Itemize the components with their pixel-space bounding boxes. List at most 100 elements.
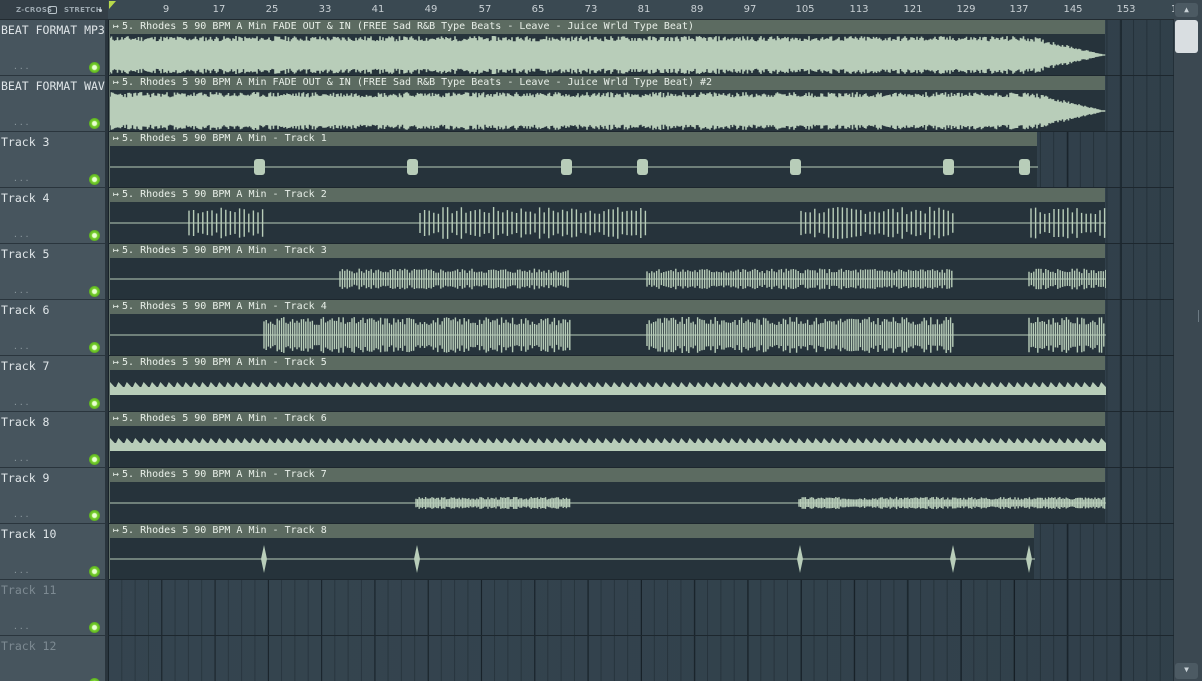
clip-menu-arrow-icon[interactable]: ↦ [113, 301, 119, 312]
track-name: Track 12 [1, 639, 57, 653]
track-options-dots[interactable]: ... [13, 622, 30, 631]
track-header[interactable]: Track 12... [0, 636, 105, 681]
resize-grip-icon[interactable] [1198, 310, 1202, 322]
track-options-dots[interactable]: ... [13, 342, 30, 351]
track-options-dots[interactable]: ... [13, 62, 30, 71]
audio-clip[interactable]: ↦ 5. Rhodes 5 90 BPM A Min - Track 6 [109, 412, 1106, 467]
playlist-toolbar: Z-CROSS STRETCH [0, 0, 108, 20]
track-name: Track 10 [1, 527, 57, 541]
stretch-label: STRETCH [64, 6, 102, 14]
ruler-tick-label: 81 [637, 4, 651, 15]
clip-title: 5. Rhodes 5 90 BPM A Min - Track 6 [122, 413, 327, 424]
clip-waveform [110, 206, 1106, 240]
clip-menu-arrow-icon[interactable]: ↦ [113, 357, 119, 368]
track-options-dots[interactable]: ... [13, 174, 30, 183]
track-header[interactable]: Track 4... [0, 188, 105, 244]
track-name: Track 11 [1, 583, 57, 597]
track-header[interactable]: BEAT FORMAT MP3... [0, 20, 105, 76]
ruler-tick-label: 145 [1063, 4, 1083, 15]
track-options-dots[interactable]: ... [13, 118, 30, 127]
track-header[interactable]: Track 6... [0, 300, 105, 356]
track-header[interactable]: Track 7... [0, 356, 105, 412]
ruler-tick-label: 9 [162, 4, 170, 15]
track-enable-led-icon[interactable] [89, 454, 100, 465]
zcross-checkbox[interactable] [48, 6, 57, 14]
clip-title-bar[interactable]: ↦ 5. Rhodes 5 90 BPM A Min FADE OUT & IN … [110, 20, 1105, 34]
track-name: Track 6 [1, 303, 50, 317]
ruler-tick-label: 25 [265, 4, 279, 15]
track-header[interactable]: Track 11... [0, 580, 105, 636]
track-header[interactable]: BEAT FORMAT WAV... [0, 76, 105, 132]
clip-title: 5. Rhodes 5 90 BPM A Min FADE OUT & IN (… [122, 77, 713, 88]
track-options-dots[interactable]: ... [13, 398, 30, 407]
scroll-thumb[interactable] [1175, 20, 1198, 53]
audio-clip[interactable]: ↦ 5. Rhodes 5 90 BPM A Min - Track 7 [109, 468, 1106, 523]
track-header[interactable]: Track 3... [0, 132, 105, 188]
track-header[interactable]: Track 10... [0, 524, 105, 580]
track-header[interactable]: Track 8... [0, 412, 105, 468]
clip-menu-arrow-icon[interactable]: ↦ [113, 413, 119, 424]
clip-waveform [110, 496, 1106, 510]
stretch-toggle[interactable] [99, 9, 102, 12]
audio-clip[interactable]: ↦ 5. Rhodes 5 90 BPM A Min - Track 2 [109, 188, 1106, 243]
clip-title-bar[interactable]: ↦ 5. Rhodes 5 90 BPM A Min FADE OUT & IN … [110, 76, 1105, 90]
audio-clip[interactable]: ↦ 5. Rhodes 5 90 BPM A Min - Track 1 [109, 132, 1038, 187]
clip-title-bar[interactable]: ↦ 5. Rhodes 5 90 BPM A Min - Track 8 [110, 524, 1034, 538]
clip-waveform [110, 438, 1106, 451]
track-enable-led-icon[interactable] [89, 622, 100, 633]
clip-waveform [110, 382, 1106, 395]
clip-menu-arrow-icon[interactable]: ↦ [113, 245, 119, 256]
track-name: Track 5 [1, 247, 50, 261]
track-enable-led-icon[interactable] [89, 342, 100, 353]
ruler-tick-label: 121 [903, 4, 923, 15]
clip-title-bar[interactable]: ↦ 5. Rhodes 5 90 BPM A Min - Track 1 [110, 132, 1037, 146]
clip-title-bar[interactable]: ↦ 5. Rhodes 5 90 BPM A Min - Track 6 [110, 412, 1105, 426]
scroll-up-button[interactable]: ▲ [1175, 3, 1198, 17]
ruler-tick-label: 129 [956, 4, 976, 15]
clip-menu-arrow-icon[interactable]: ↦ [113, 469, 119, 480]
ruler-tick-label: 137 [1009, 4, 1029, 15]
clip-menu-arrow-icon[interactable]: ↦ [113, 21, 119, 32]
track-options-dots[interactable]: ... [13, 230, 30, 239]
track-name: Track 8 [1, 415, 50, 429]
track-options-dots[interactable]: ... [13, 454, 30, 463]
track-enable-led-icon[interactable] [89, 62, 100, 73]
audio-clip[interactable]: ↦ 5. Rhodes 5 90 BPM A Min - Track 4 [109, 300, 1106, 355]
clip-title-bar[interactable]: ↦ 5. Rhodes 5 90 BPM A Min - Track 4 [110, 300, 1105, 314]
playlist-grid[interactable]: ↦ 5. Rhodes 5 90 BPM A Min FADE OUT & IN … [108, 20, 1174, 681]
audio-clip[interactable]: ↦ 5. Rhodes 5 90 BPM A Min - Track 3 [109, 244, 1106, 299]
clip-title-bar[interactable]: ↦ 5. Rhodes 5 90 BPM A Min - Track 7 [110, 468, 1105, 482]
track-enable-led-icon[interactable] [89, 566, 100, 577]
timeline-ruler[interactable]: 9 17 25 33 41 49 57 65 73 81 89 97 105 113 121 129 137 14… [108, 0, 1174, 20]
playhead-marker-icon[interactable] [109, 1, 116, 9]
audio-clip[interactable]: ↦ 5. Rhodes 5 90 BPM A Min - Track 8 [109, 524, 1035, 579]
track-enable-led-icon[interactable] [89, 510, 100, 521]
audio-clip[interactable]: ↦ 5. Rhodes 5 90 BPM A Min - Track 5 [109, 356, 1106, 411]
clip-menu-arrow-icon[interactable]: ↦ [113, 133, 119, 144]
track-options-dots[interactable]: ... [13, 286, 30, 295]
track-header[interactable]: Track 9... [0, 468, 105, 524]
track-enable-led-icon[interactable] [89, 174, 100, 185]
track-headers: BEAT FORMAT MP3... BEAT FORMAT WAV... Trac… [0, 20, 108, 681]
clip-title-bar[interactable]: ↦ 5. Rhodes 5 90 BPM A Min - Track 2 [110, 188, 1105, 202]
track-enable-led-icon[interactable] [89, 230, 100, 241]
clip-menu-arrow-icon[interactable]: ↦ [113, 525, 119, 536]
audio-clip[interactable]: ↦ 5. Rhodes 5 90 BPM A Min FADE OUT & IN … [109, 76, 1106, 131]
track-options-dots[interactable]: ... [13, 566, 30, 575]
clip-menu-arrow-icon[interactable]: ↦ [113, 77, 119, 88]
ruler-tick-label: 89 [690, 4, 704, 15]
vertical-scrollbar[interactable]: ▲ ▼ [1174, 0, 1202, 681]
track-enable-led-icon[interactable] [89, 398, 100, 409]
clip-title-bar[interactable]: ↦ 5. Rhodes 5 90 BPM A Min - Track 3 [110, 244, 1105, 258]
clip-menu-arrow-icon[interactable]: ↦ [113, 189, 119, 200]
track-name: Track 4 [1, 191, 50, 205]
track-enable-led-icon[interactable] [89, 286, 100, 297]
scroll-down-button[interactable]: ▼ [1175, 663, 1198, 679]
ruler-tick-label: 113 [849, 4, 869, 15]
clip-title-bar[interactable]: ↦ 5. Rhodes 5 90 BPM A Min - Track 5 [110, 356, 1105, 370]
clip-waveform [110, 159, 1038, 175]
track-enable-led-icon[interactable] [89, 118, 100, 129]
track-header[interactable]: Track 5... [0, 244, 105, 300]
track-options-dots[interactable]: ... [13, 510, 30, 519]
audio-clip[interactable]: ↦ 5. Rhodes 5 90 BPM A Min FADE OUT & IN … [109, 20, 1106, 75]
